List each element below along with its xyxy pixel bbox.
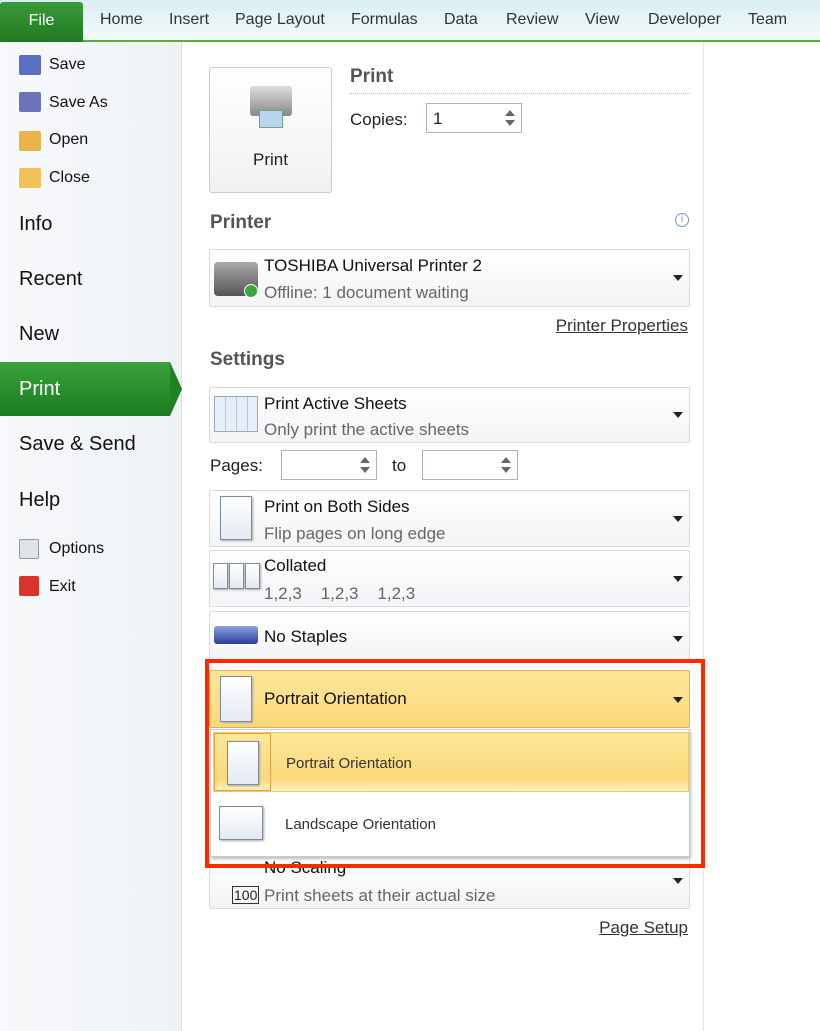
collate-dropdown[interactable]: Collated 1,2,3 1,2,3 1,2,3 [209, 550, 690, 607]
sidebar-item-close[interactable]: Close [49, 169, 90, 187]
page-setup-link[interactable]: Page Setup [599, 918, 688, 938]
tab-formulas[interactable]: Formulas [351, 11, 418, 29]
duplex-icon [220, 496, 252, 540]
settings-heading: Settings [210, 349, 285, 370]
sidebar-item-options[interactable]: Options [49, 540, 104, 558]
panel-divider [703, 42, 704, 1031]
close-folder-icon [19, 168, 41, 188]
sidebar-item-recent[interactable]: Recent [19, 268, 82, 291]
collated-pages-icon [213, 563, 228, 589]
tab-file[interactable]: File [0, 2, 83, 42]
staples-dropdown[interactable]: No Staples [209, 611, 690, 662]
printer-status: Offline: 1 document waiting [264, 283, 469, 302]
chevron-down-icon [673, 412, 683, 418]
printer-heading: Printer [210, 212, 272, 233]
scaling-100-icon: 100 [232, 886, 260, 904]
chevron-down-icon [673, 878, 683, 884]
info-icon[interactable]: i [675, 213, 689, 227]
sides-title: Print on Both Sides [264, 497, 410, 516]
pages-label: Pages: [210, 456, 263, 475]
sidebar-item-help[interactable]: Help [19, 489, 60, 512]
chevron-down-icon [673, 636, 683, 642]
tab-insert[interactable]: Insert [169, 11, 209, 29]
callout-highlight-box [205, 659, 705, 868]
collated-pages-icon [229, 563, 244, 589]
tab-review[interactable]: Review [506, 11, 558, 29]
tab-home[interactable]: Home [100, 11, 143, 29]
sidebar-item-open[interactable]: Open [49, 131, 88, 149]
chevron-down-icon [673, 275, 683, 281]
printer-name: TOSHIBA Universal Printer 2 [264, 256, 482, 275]
spin-down-icon[interactable] [505, 120, 515, 126]
tab-team[interactable]: Team [748, 11, 787, 29]
collate-subtitle: 1,2,3 1,2,3 1,2,3 [264, 584, 416, 603]
printer-paper-icon [259, 110, 283, 128]
spin-down-icon[interactable] [501, 467, 511, 473]
tab-view[interactable]: View [585, 11, 619, 29]
chevron-down-icon [673, 576, 683, 582]
scaling-subtitle: Print sheets at their actual size [264, 886, 496, 905]
tab-data[interactable]: Data [444, 11, 478, 29]
print-heading: Print [350, 66, 394, 87]
print-button-label: Print [253, 150, 288, 169]
check-icon [244, 284, 258, 298]
divider [350, 93, 690, 94]
options-icon [19, 539, 39, 559]
ribbon-tab-bar: File Home Insert Page Layout Formulas Da… [0, 0, 820, 42]
sidebar-item-save-as[interactable]: Save As [49, 94, 108, 112]
save-as-icon [19, 92, 41, 112]
printer-dropdown[interactable]: TOSHIBA Universal Printer 2 Offline: 1 d… [209, 249, 690, 307]
sidebar-item-save-send[interactable]: Save & Send [19, 433, 136, 456]
tab-developer[interactable]: Developer [648, 11, 721, 29]
print-what-dropdown[interactable]: Print Active Sheets Only print the activ… [209, 387, 690, 443]
sheets-title: Print Active Sheets [264, 394, 407, 413]
print-button[interactable]: Print [209, 67, 332, 193]
copies-stepper[interactable]: 1 [426, 103, 522, 133]
sheet-icon [214, 396, 258, 432]
sidebar-item-exit[interactable]: Exit [49, 578, 76, 596]
spin-up-icon[interactable] [501, 457, 511, 463]
duplex-dropdown[interactable]: Print on Both Sides Flip pages on long e… [209, 490, 690, 547]
open-folder-icon [19, 131, 41, 151]
backstage-sidebar [0, 42, 182, 1031]
sidebar-item-print[interactable]: Print [0, 362, 182, 416]
tab-page-layout[interactable]: Page Layout [235, 11, 325, 29]
sides-subtitle: Flip pages on long edge [264, 524, 446, 543]
sidebar-item-info[interactable]: Info [19, 213, 52, 236]
collated-pages-icon [245, 563, 260, 589]
collate-title: Collated [264, 556, 327, 575]
sidebar-item-save[interactable]: Save [49, 56, 85, 74]
stapler-icon [214, 626, 258, 644]
chevron-down-icon [673, 516, 683, 522]
to-label: to [392, 456, 407, 475]
sheets-subtitle: Only print the active sheets [264, 420, 470, 439]
pages-from-input[interactable] [281, 450, 377, 480]
sidebar-item-new[interactable]: New [19, 323, 59, 346]
pages-to-input[interactable] [422, 450, 518, 480]
exit-icon [19, 576, 39, 596]
spin-up-icon[interactable] [505, 110, 515, 116]
staples-title: No Staples [264, 627, 348, 646]
save-icon [19, 55, 41, 75]
printer-properties-link[interactable]: Printer Properties [556, 316, 688, 336]
copies-label: Copies: [350, 110, 408, 129]
copies-value: 1 [433, 109, 443, 128]
spin-down-icon[interactable] [360, 467, 370, 473]
spin-up-icon[interactable] [360, 457, 370, 463]
